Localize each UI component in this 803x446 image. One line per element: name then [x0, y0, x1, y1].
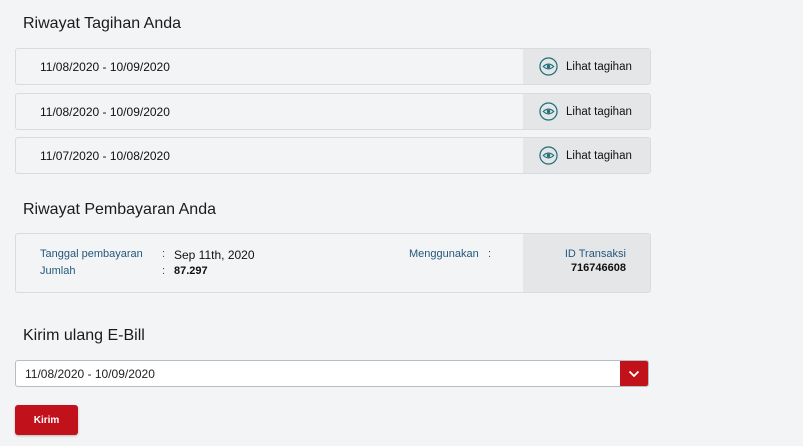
- payment-details: Tanggal pembayaran : Sep 11th, 2020 Juml…: [16, 234, 523, 292]
- payment-date-label: Tanggal pembayaran: [40, 248, 143, 260]
- transaction-id-label: ID Transaksi: [564, 248, 626, 260]
- bill-history-title: Riwayat Tagihan Anda: [23, 15, 182, 32]
- view-bill-label: Lihat tagihan: [566, 60, 632, 73]
- view-bill-button[interactable]: Lihat tagihan: [523, 94, 650, 129]
- dropdown-toggle[interactable]: [620, 361, 648, 386]
- chevron-down-icon: [628, 370, 640, 377]
- view-bill-label: Lihat tagihan: [566, 105, 632, 118]
- payment-card: Tanggal pembayaran : Sep 11th, 2020 Juml…: [15, 233, 651, 293]
- view-bill-label: Lihat tagihan: [566, 149, 632, 162]
- bill-period: 11/07/2020 - 10/08/2020: [40, 148, 170, 163]
- transaction-panel: ID Transaksi 716746608: [523, 234, 650, 292]
- bill-period: 11/08/2020 - 10/09/2020: [40, 104, 170, 119]
- payment-amount-label: Jumlah: [40, 265, 76, 277]
- eye-icon: [539, 57, 558, 76]
- bill-period: 11/08/2020 - 10/09/2020: [40, 59, 170, 74]
- colon: :: [162, 248, 166, 260]
- view-bill-button[interactable]: Lihat tagihan: [523, 138, 650, 173]
- eye-icon: [539, 146, 558, 165]
- period-select-value: 11/08/2020 - 10/09/2020: [25, 366, 155, 381]
- view-bill-button[interactable]: Lihat tagihan: [523, 49, 650, 84]
- bill-row: 11/08/2020 - 10/09/2020 Lihat tagihan: [15, 93, 651, 130]
- transaction-id-value: 716746608: [570, 262, 626, 274]
- bill-row: 11/07/2020 - 10/08/2020 Lihat tagihan: [15, 137, 651, 174]
- bill-row: 11/08/2020 - 10/09/2020 Lihat tagihan: [15, 48, 651, 85]
- payment-date-value: Sep 11th, 2020: [174, 248, 255, 262]
- resend-ebill-title: Kirim ulang E-Bill: [23, 327, 145, 344]
- payment-history-title: Riwayat Pembayaran Anda: [23, 201, 216, 218]
- colon: :: [488, 248, 492, 260]
- colon: :: [162, 265, 166, 277]
- submit-button[interactable]: Kirim: [15, 405, 78, 435]
- period-select[interactable]: 11/08/2020 - 10/09/2020: [15, 360, 649, 387]
- eye-icon: [539, 102, 558, 121]
- payment-amount-value: 87.297: [174, 265, 208, 277]
- payment-method-label: Menggunakan: [409, 248, 479, 260]
